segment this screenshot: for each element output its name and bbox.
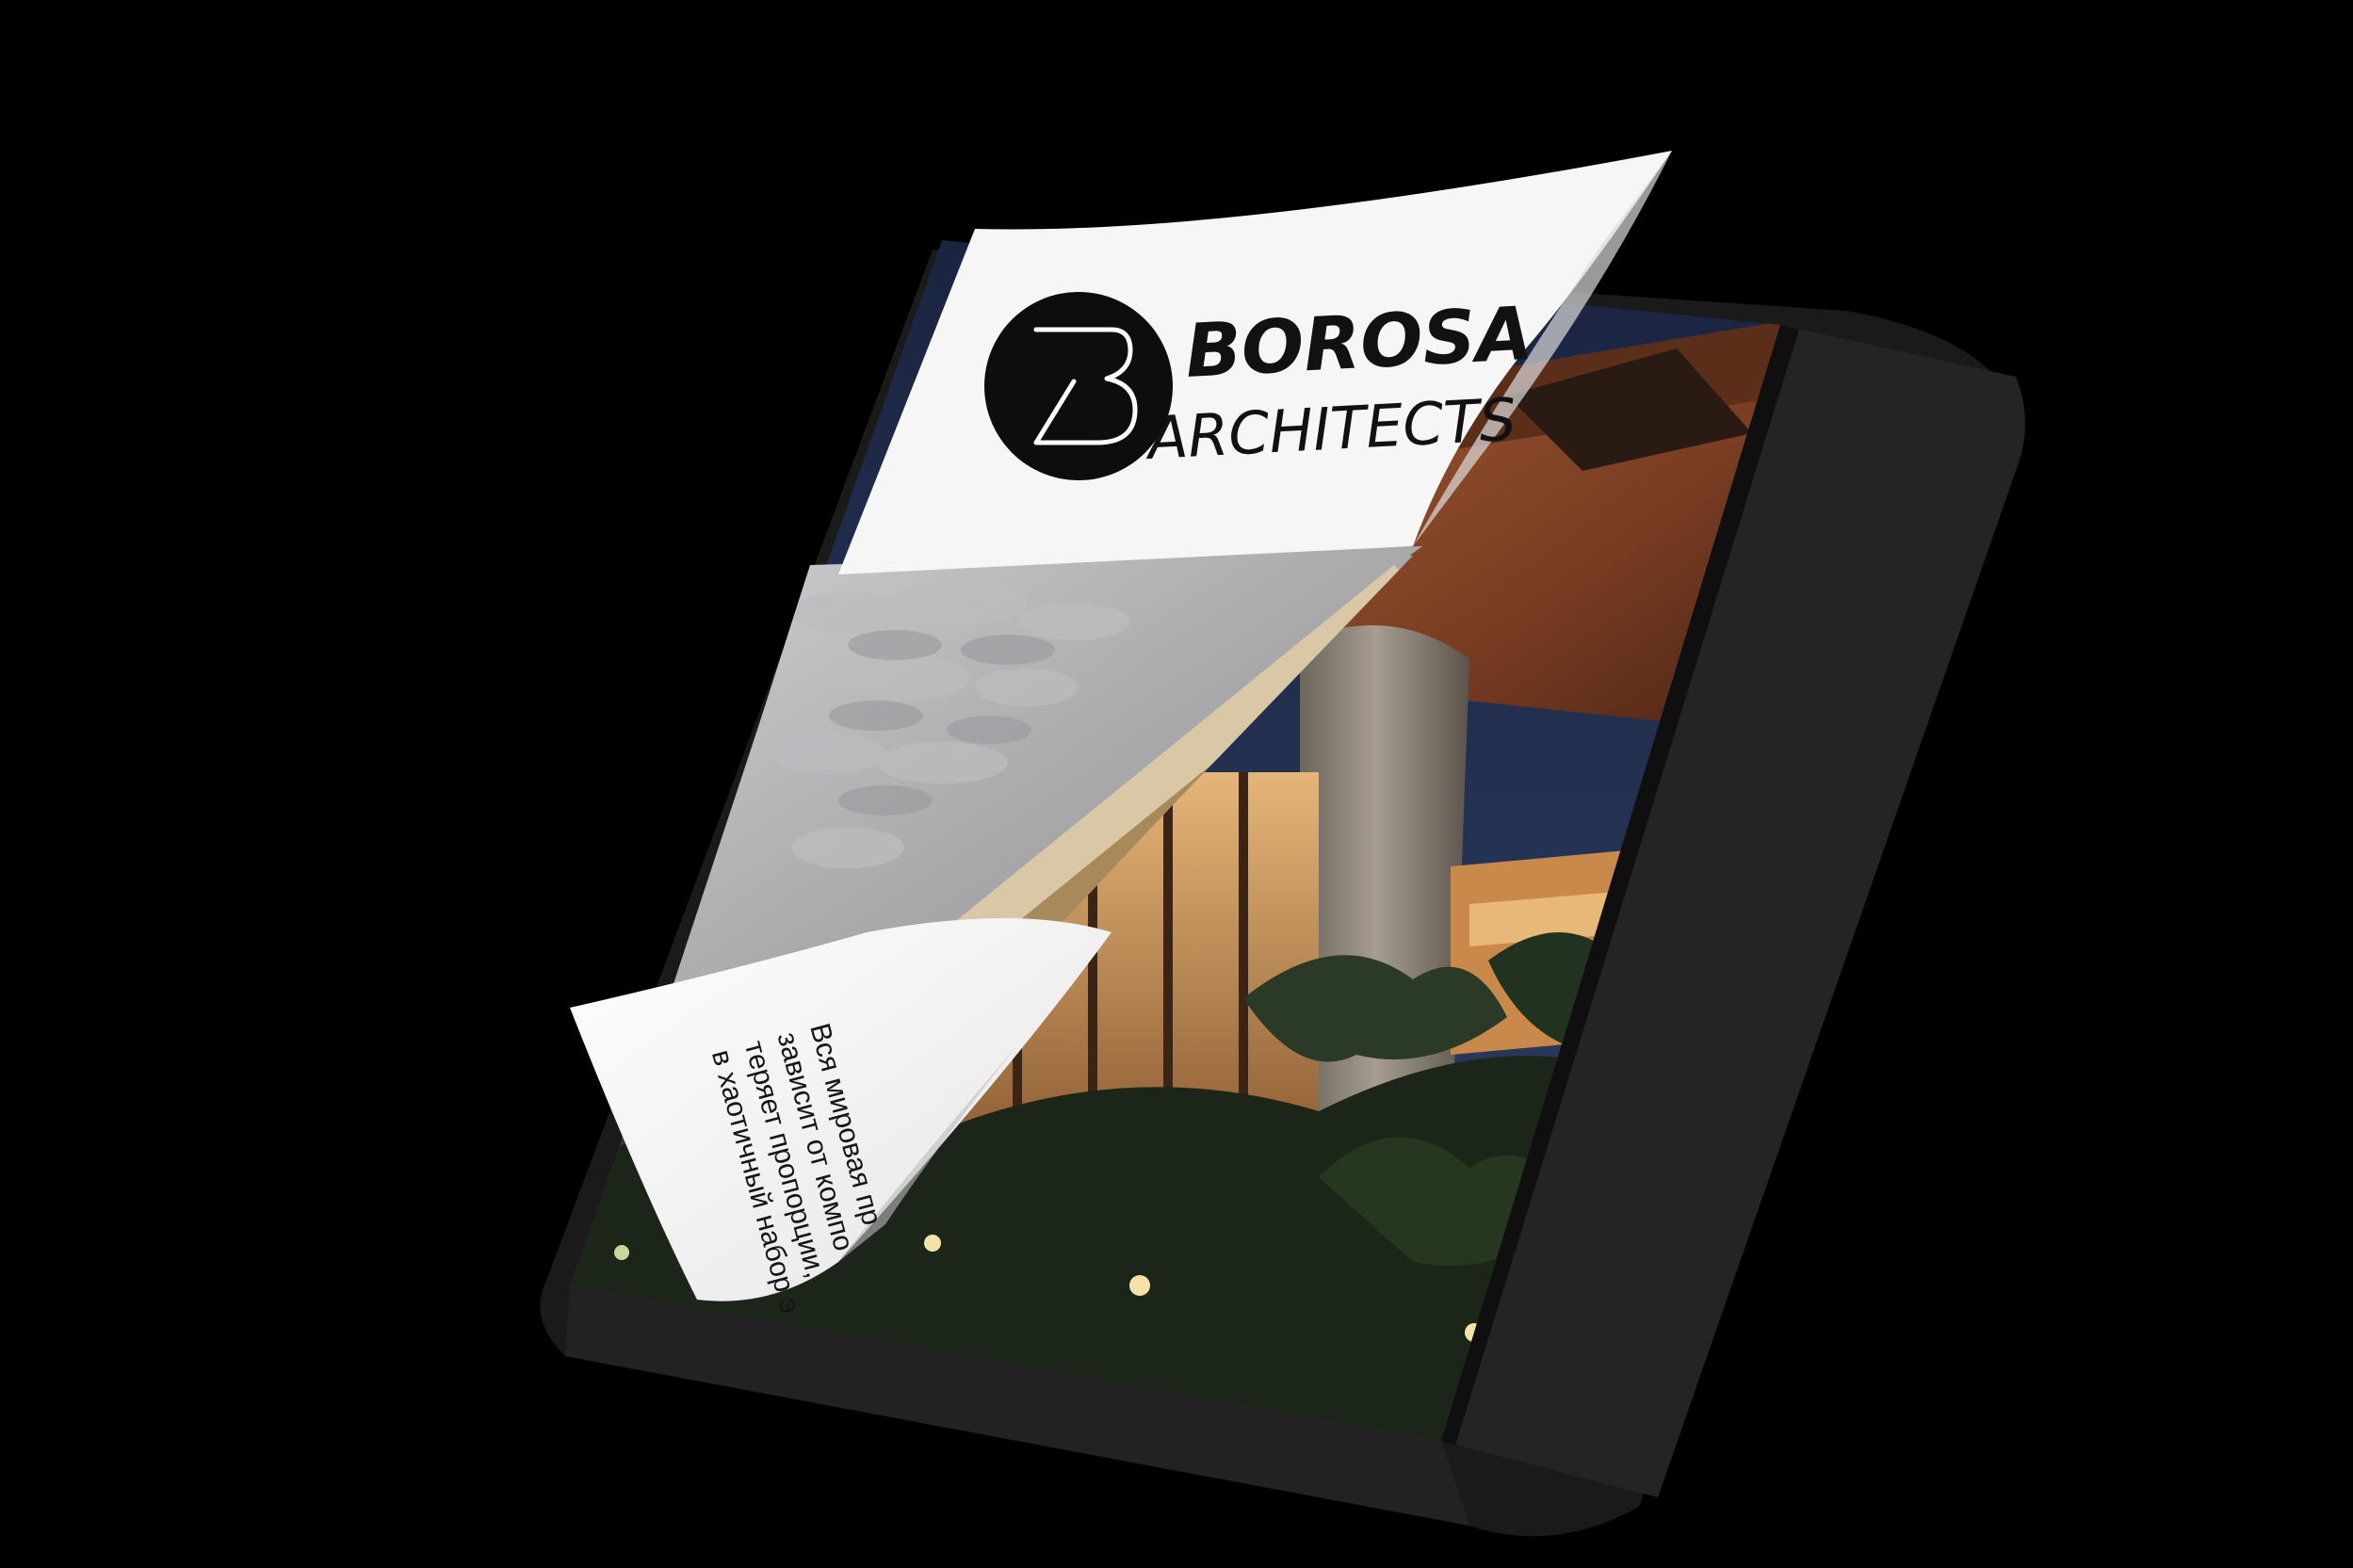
logo-circle bbox=[984, 292, 1173, 480]
brand-name: BOROSA bbox=[1183, 292, 1534, 395]
magazine-mockup-scene: BOROSA ARCHITECTS Вся мировая пр зависит… bbox=[0, 0, 2353, 1568]
magazine-illustration: BOROSA ARCHITECTS Вся мировая пр зависит… bbox=[540, 151, 2026, 1537]
